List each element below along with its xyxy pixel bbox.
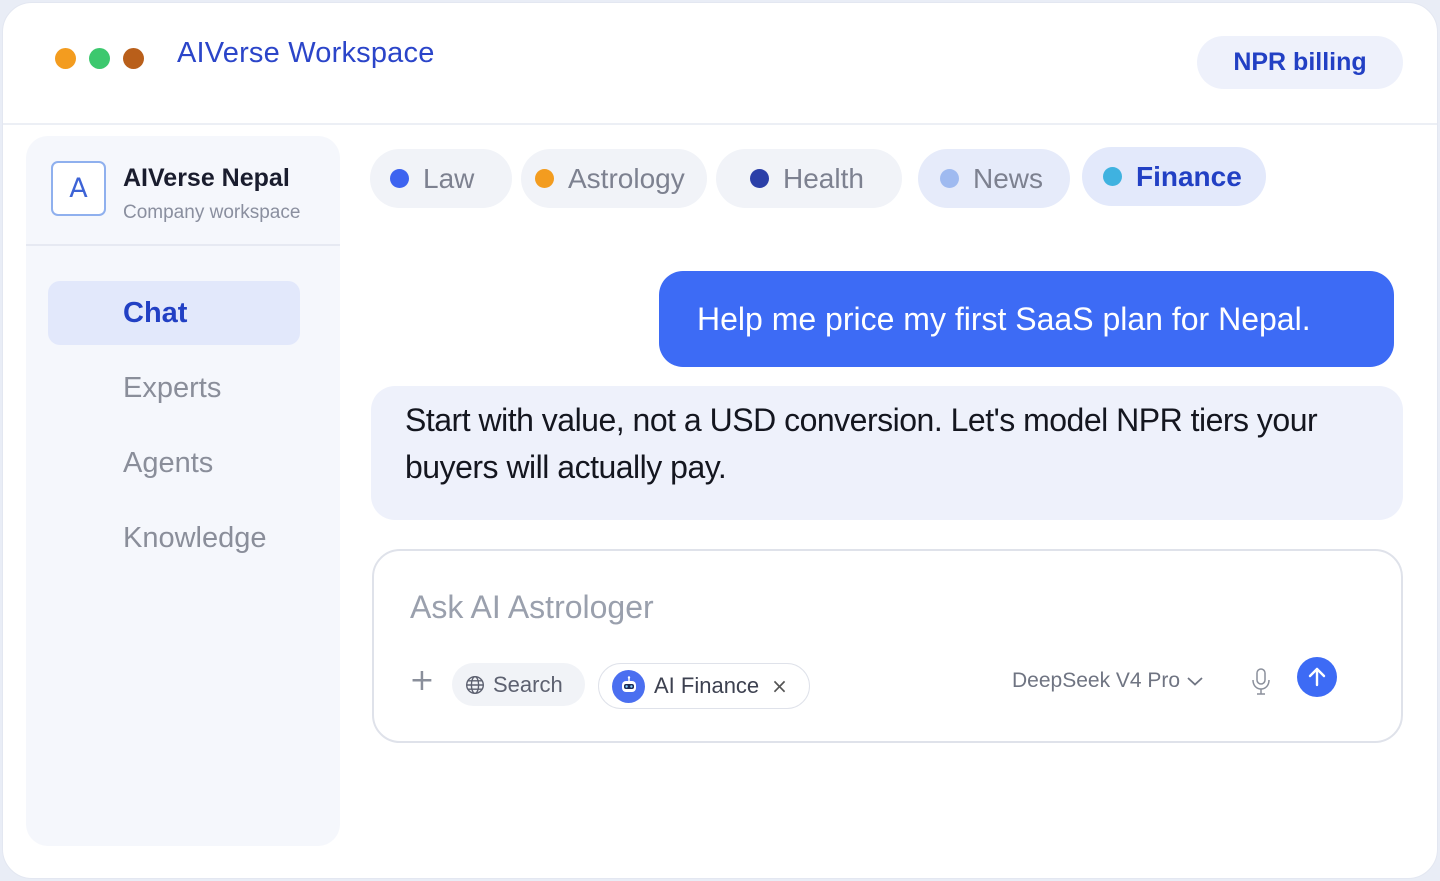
send-button[interactable] [1297, 657, 1337, 697]
robot-avatar-icon [612, 669, 645, 703]
tab-label: Law [423, 162, 475, 194]
sidebar: A AIVerse Nepal Company workspace Chat E… [26, 136, 340, 846]
tab-law[interactable]: Law [370, 149, 512, 208]
title-bar: AIVerse Workspace NPR billing [3, 3, 1437, 125]
finance-dot-icon [1103, 167, 1122, 186]
sidebar-item-chat[interactable]: Chat [48, 281, 300, 345]
tab-label: Astrology [568, 162, 685, 194]
minimize-window-dot[interactable] [123, 48, 144, 69]
org-name: AIVerse Nepal [123, 164, 290, 192]
sidebar-item-agents[interactable]: Agents [48, 431, 300, 495]
org-header: A AIVerse Nepal Company workspace [26, 136, 340, 246]
app-window: AIVerse Workspace NPR billing A AIVerse … [2, 2, 1438, 879]
close-window-dot[interactable] [55, 48, 76, 69]
health-dot-icon [750, 169, 769, 188]
tab-label: Finance [1136, 160, 1242, 192]
add-attachment-button[interactable]: + [408, 666, 436, 696]
tab-news[interactable]: News [918, 149, 1070, 208]
tab-health[interactable]: Health [716, 149, 902, 208]
model-selector[interactable]: DeepSeek V4 Pro [1012, 669, 1204, 693]
globe-icon [465, 675, 485, 694]
model-label: DeepSeek V4 Pro [1012, 669, 1181, 692]
tab-astrology[interactable]: Astrology [521, 149, 707, 208]
expert-chip-label: AI Finance [654, 673, 760, 698]
search-toggle-button[interactable]: Search [452, 663, 585, 706]
arrow-up-icon [1308, 667, 1326, 687]
sidebar-item-experts[interactable]: Experts [48, 356, 300, 420]
chat-input[interactable] [410, 587, 1310, 627]
remove-expert-close-icon[interactable]: × [771, 674, 788, 698]
astrology-dot-icon [535, 169, 554, 188]
sidebar-item-knowledge[interactable]: Knowledge [48, 506, 300, 570]
user-message: Help me price my first SaaS plan for Nep… [659, 271, 1394, 367]
news-dot-icon [940, 169, 959, 188]
assistant-message: Start with value, not a USD conversion. … [371, 386, 1403, 520]
search-label: Search [493, 671, 563, 697]
chevron-down-icon [1187, 677, 1203, 686]
selected-expert-chip: AI Finance × [598, 663, 810, 709]
app-title: AIVerse Workspace [177, 37, 435, 69]
microphone-icon[interactable] [1250, 667, 1272, 697]
tab-finance[interactable]: Finance [1082, 147, 1266, 206]
org-logo: A [51, 161, 106, 216]
tab-label: News [973, 162, 1044, 194]
org-subtitle: Company workspace [123, 202, 301, 223]
composer: + Search AI Finance [372, 549, 1403, 743]
maximize-window-dot[interactable] [89, 48, 110, 69]
tab-label: Health [783, 162, 864, 194]
npr-billing-button[interactable]: NPR billing [1197, 36, 1403, 89]
law-dot-icon [390, 169, 409, 188]
